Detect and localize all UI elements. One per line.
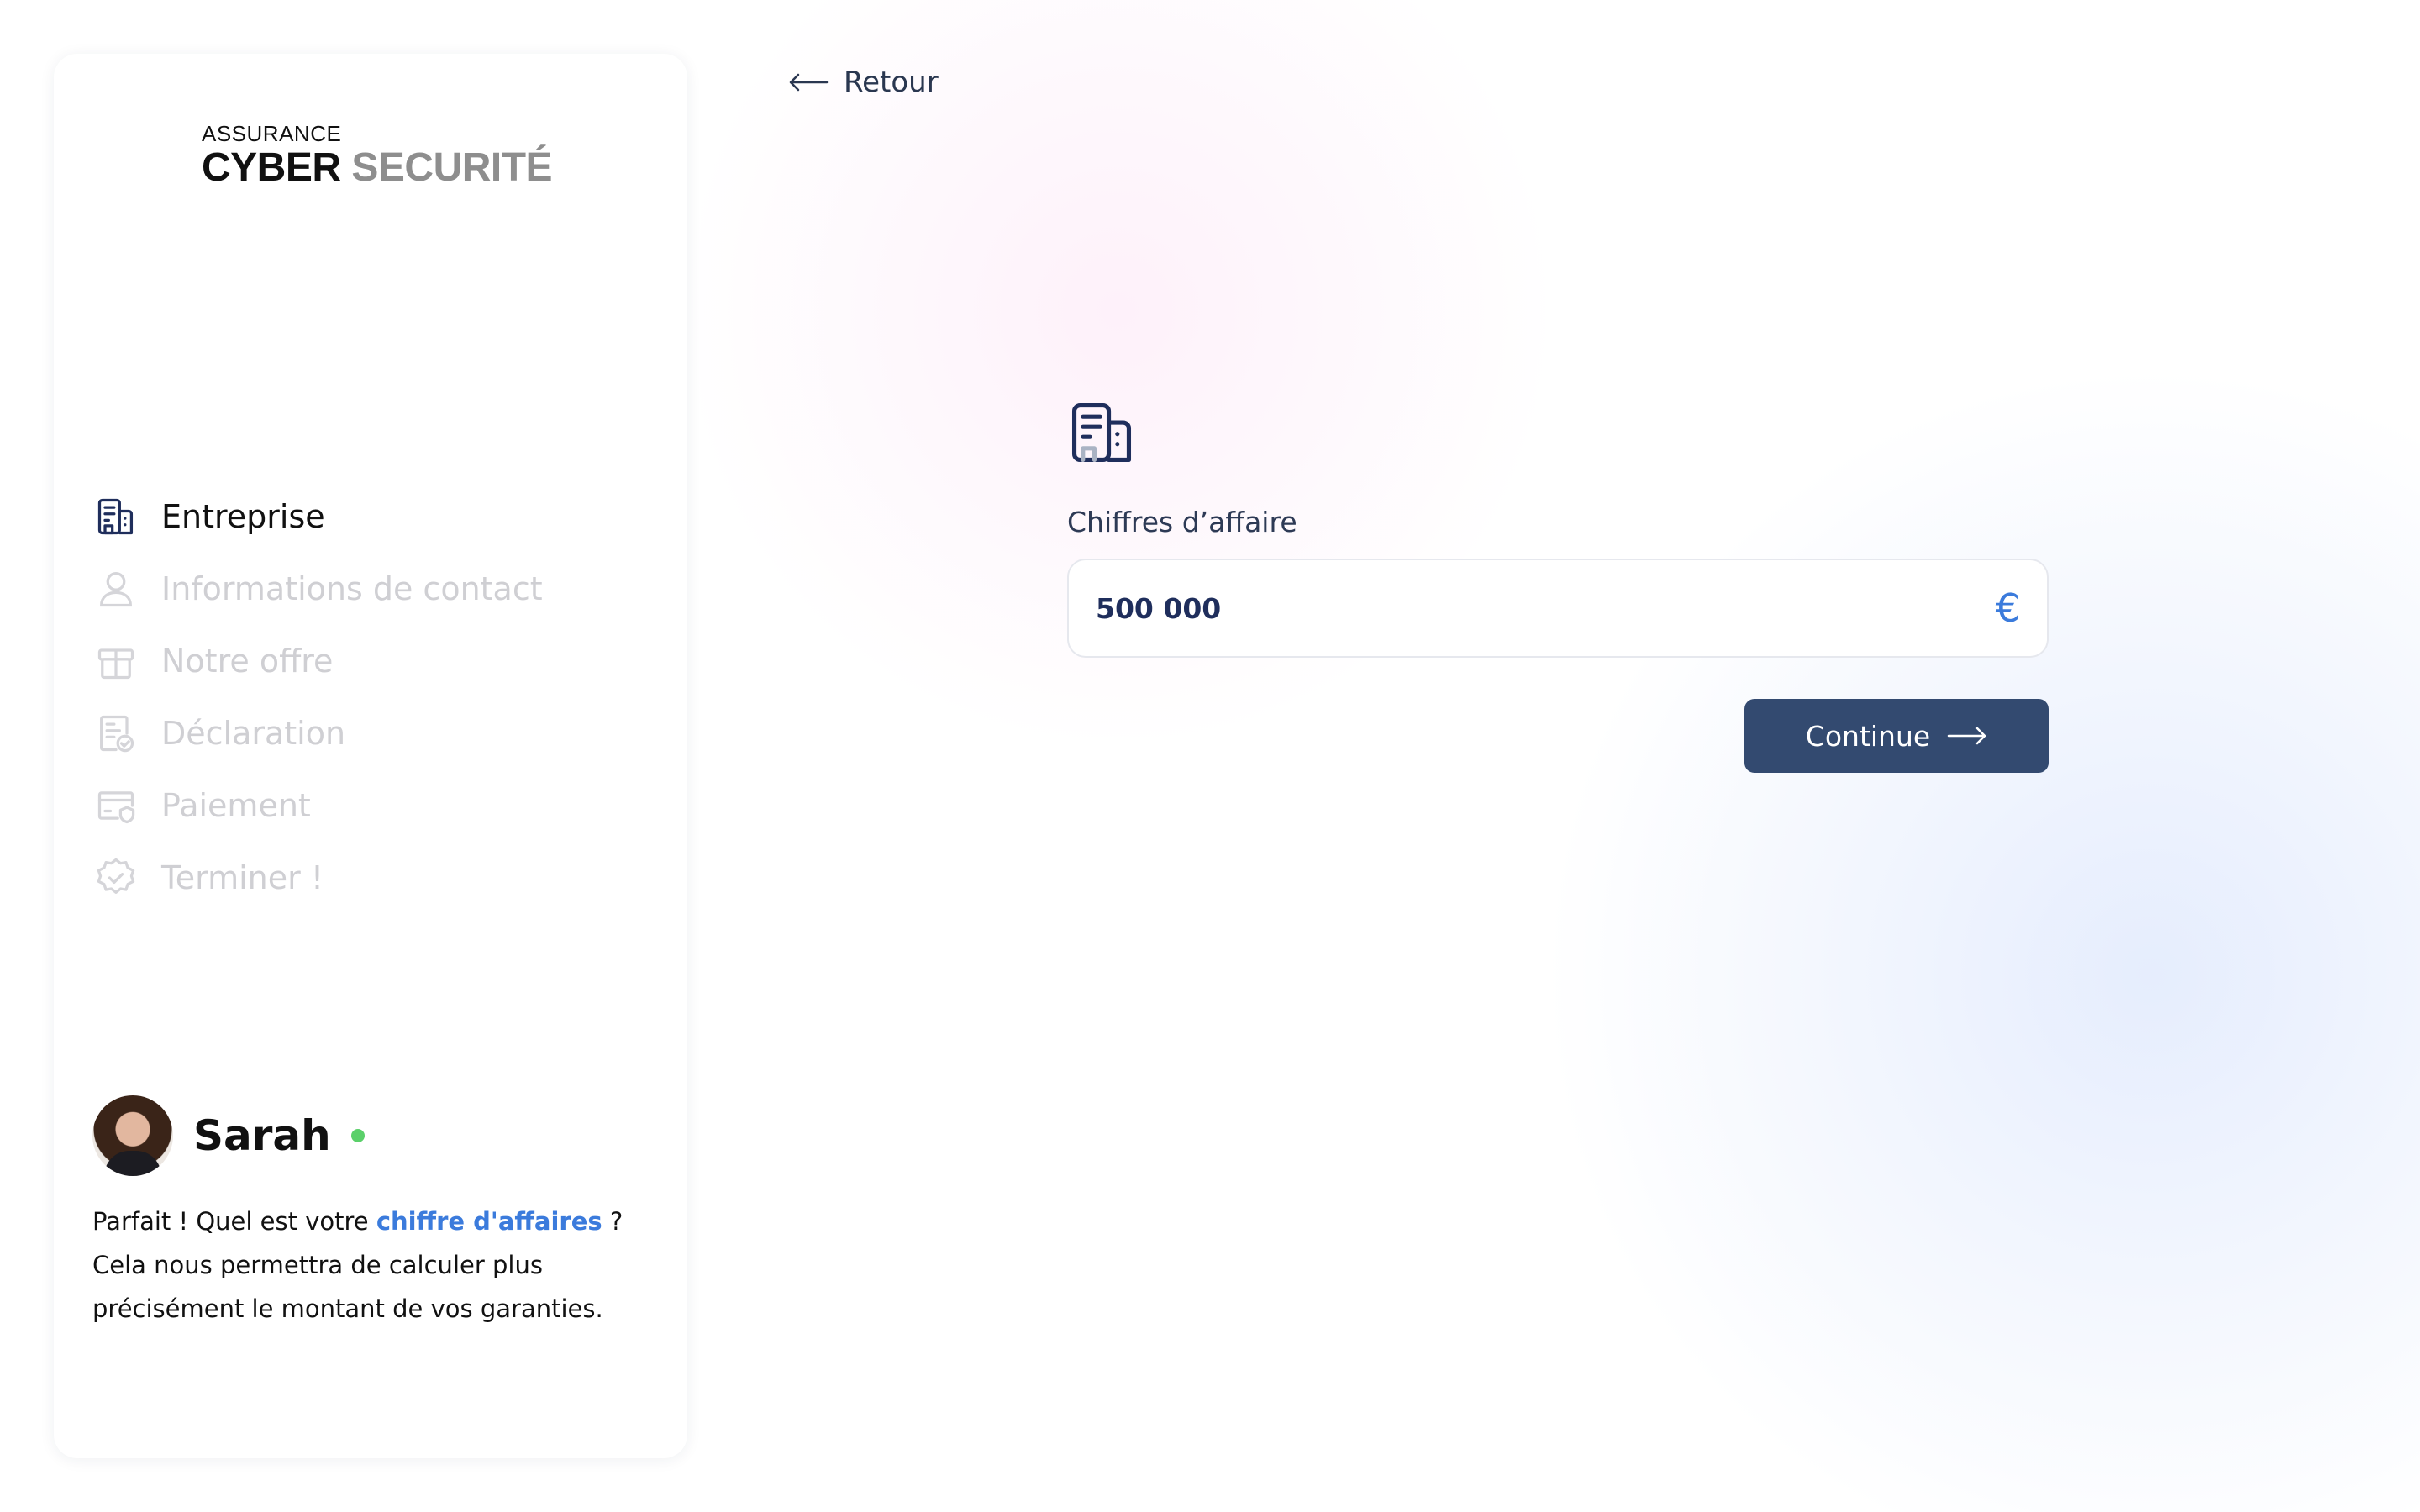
step-entreprise[interactable]: Entreprise — [92, 480, 543, 553]
assistant-name: Sarah — [193, 1111, 331, 1160]
assistant-message: Parfait ! Quel est votre chiffre d'affai… — [92, 1207, 623, 1323]
revenue-form: Chiffres d’affaire € — [1067, 398, 2049, 658]
step-paiement[interactable]: Paiement — [92, 769, 543, 842]
revenue-input[interactable] — [1096, 591, 1996, 625]
online-status-dot — [350, 1129, 365, 1142]
step-label: Déclaration — [161, 715, 346, 752]
back-button[interactable]: Retour — [788, 66, 939, 99]
step-label: Terminer ! — [161, 859, 324, 896]
continue-button[interactable]: Continue — [1744, 699, 2049, 773]
step-label: Informations de contact — [161, 570, 543, 607]
user-icon — [92, 565, 139, 612]
assistant-message-highlight: chiffre d'affaires — [376, 1207, 602, 1236]
logo: ASSURANCE CYBER SECURITÉ — [202, 121, 553, 190]
step-label: Entreprise — [161, 498, 325, 535]
back-label: Retour — [844, 66, 939, 99]
logo-top-text: ASSURANCE — [202, 121, 342, 146]
credit-card-icon — [92, 782, 139, 829]
avatar — [92, 1095, 173, 1176]
step-offre[interactable]: Notre offre — [92, 625, 543, 697]
continue-label: Continue — [1805, 719, 1931, 753]
document-check-icon — [92, 710, 139, 757]
euro-icon: € — [1995, 585, 2020, 631]
logo-main-text: CYBER SECURITÉ — [202, 145, 553, 190]
step-label: Notre offre — [161, 643, 334, 680]
sidebar: ASSURANCE CYBER SECURITÉ Entreprise Info… — [54, 54, 687, 1458]
step-terminer[interactable]: Terminer ! — [92, 842, 543, 914]
arrow-left-icon — [789, 73, 829, 92]
building-icon — [1067, 398, 2049, 470]
step-list: Entreprise Informations de contact Notre… — [92, 480, 543, 914]
assistant-header: Sarah — [92, 1095, 655, 1176]
revenue-label: Chiffres d’affaire — [1067, 506, 1297, 538]
gift-icon — [92, 638, 139, 685]
step-label: Paiement — [161, 787, 311, 824]
step-declaration[interactable]: Déclaration — [92, 697, 543, 769]
revenue-field[interactable]: € — [1067, 559, 2049, 658]
arrow-right-icon — [1947, 727, 1986, 745]
step-contact[interactable]: Informations de contact — [92, 553, 543, 625]
building-icon — [92, 493, 139, 540]
badge-check-icon — [92, 854, 139, 901]
assistant-panel: Sarah Parfait ! Quel est votre chiffre d… — [92, 1095, 655, 1331]
